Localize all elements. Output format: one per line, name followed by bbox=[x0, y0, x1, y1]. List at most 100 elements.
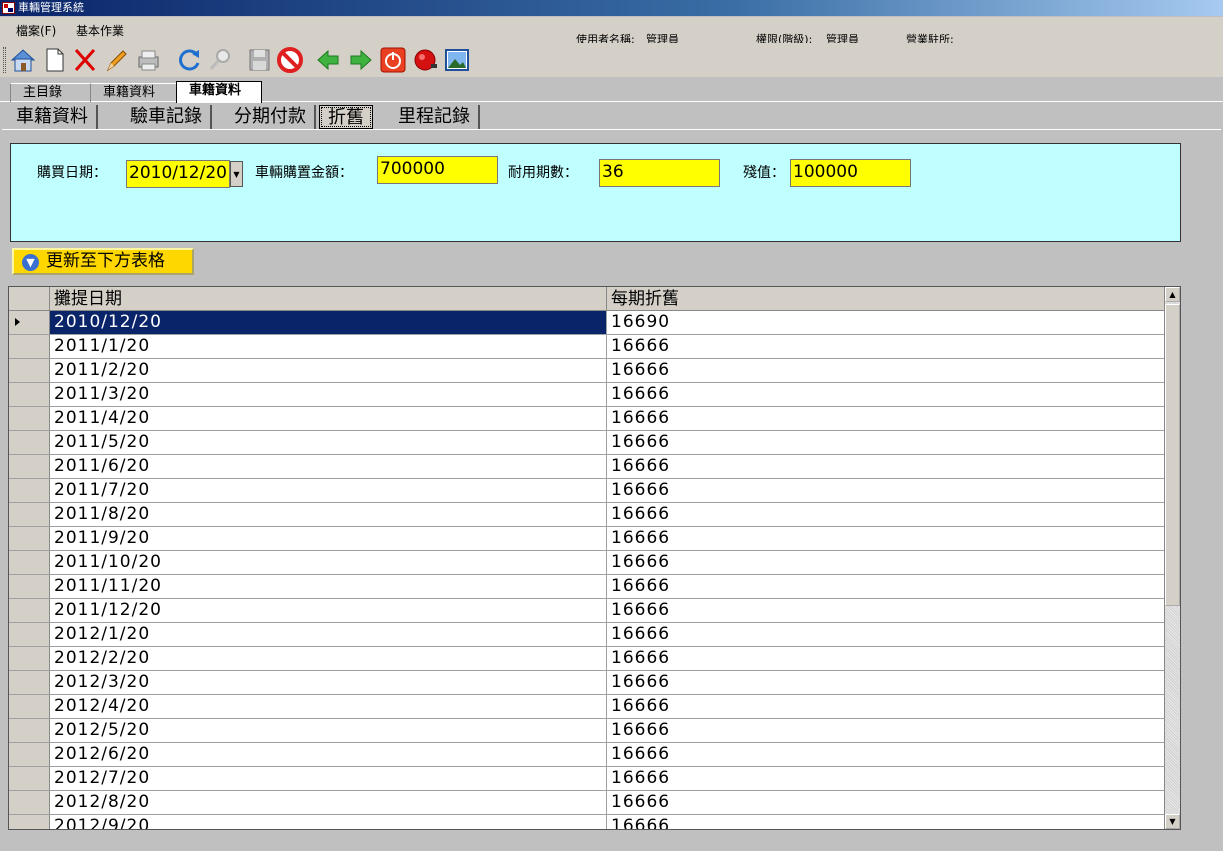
row-header[interactable] bbox=[9, 599, 50, 622]
purchase-amount-field[interactable]: 700000 bbox=[377, 156, 498, 184]
residual-value-field[interactable]: 100000 bbox=[790, 159, 911, 187]
cell-depreciation-amount[interactable]: 16666 bbox=[607, 407, 1165, 430]
scroll-down-icon[interactable]: ▼ bbox=[1165, 814, 1180, 829]
table-row[interactable]: 2011/12/20 16666 bbox=[9, 599, 1165, 623]
cell-depreciation-amount[interactable]: 16666 bbox=[607, 455, 1165, 478]
search-icon[interactable] bbox=[205, 45, 235, 75]
cell-amortization-date[interactable]: 2011/3/20 bbox=[50, 383, 607, 406]
cell-depreciation-amount[interactable]: 16690 bbox=[607, 311, 1165, 334]
toolbar-grip[interactable] bbox=[3, 47, 6, 73]
cell-depreciation-amount[interactable]: 16666 bbox=[607, 767, 1165, 790]
row-header[interactable] bbox=[9, 791, 50, 814]
cell-depreciation-amount[interactable]: 16666 bbox=[607, 383, 1165, 406]
cell-amortization-date[interactable]: 2011/7/20 bbox=[50, 479, 607, 502]
cell-depreciation-amount[interactable]: 16666 bbox=[607, 335, 1165, 358]
row-header[interactable] bbox=[9, 743, 50, 766]
row-header[interactable] bbox=[9, 311, 50, 334]
cell-amortization-date[interactable]: 2011/8/20 bbox=[50, 503, 607, 526]
table-row[interactable]: 2011/7/20 16666 bbox=[9, 479, 1165, 503]
cell-amortization-date[interactable]: 2011/4/20 bbox=[50, 407, 607, 430]
row-header[interactable] bbox=[9, 671, 50, 694]
table-row[interactable]: 2012/9/20 16666 bbox=[9, 815, 1165, 829]
row-header[interactable] bbox=[9, 359, 50, 382]
cell-amortization-date[interactable]: 2011/11/20 bbox=[50, 575, 607, 598]
table-row[interactable]: 2011/5/20 16666 bbox=[9, 431, 1165, 455]
cell-depreciation-amount[interactable]: 16666 bbox=[607, 719, 1165, 742]
column-header-amortization-date[interactable]: 攤提日期 bbox=[50, 287, 607, 311]
home-icon[interactable] bbox=[8, 45, 38, 75]
refresh-icon[interactable] bbox=[174, 45, 204, 75]
power-icon[interactable] bbox=[378, 45, 408, 75]
cell-amortization-date[interactable]: 2012/5/20 bbox=[50, 719, 607, 742]
cell-depreciation-amount[interactable]: 16666 bbox=[607, 431, 1165, 454]
cell-amortization-date[interactable]: 2011/5/20 bbox=[50, 431, 607, 454]
row-header[interactable] bbox=[9, 383, 50, 406]
cell-depreciation-amount[interactable]: 16666 bbox=[607, 623, 1165, 646]
table-row[interactable]: 2011/4/20 16666 bbox=[9, 407, 1165, 431]
row-header[interactable] bbox=[9, 647, 50, 670]
cell-amortization-date[interactable]: 2011/6/20 bbox=[50, 455, 607, 478]
alarm-bell-icon[interactable] bbox=[410, 45, 440, 75]
cell-depreciation-amount[interactable]: 16666 bbox=[607, 551, 1165, 574]
image-icon[interactable] bbox=[442, 45, 472, 75]
cell-depreciation-amount[interactable]: 16666 bbox=[607, 599, 1165, 622]
table-row[interactable]: 2012/1/20 16666 bbox=[9, 623, 1165, 647]
purchase-date-field[interactable]: 2010/12/20 bbox=[126, 160, 230, 188]
cell-amortization-date[interactable]: 2011/1/20 bbox=[50, 335, 607, 358]
table-row[interactable]: 2011/8/20 16666 bbox=[9, 503, 1165, 527]
row-header[interactable] bbox=[9, 431, 50, 454]
cell-depreciation-amount[interactable]: 16666 bbox=[607, 695, 1165, 718]
row-header[interactable] bbox=[9, 719, 50, 742]
row-header[interactable] bbox=[9, 551, 50, 574]
row-header[interactable] bbox=[9, 695, 50, 718]
cell-amortization-date[interactable]: 2012/9/20 bbox=[50, 815, 607, 829]
row-header[interactable] bbox=[9, 623, 50, 646]
update-table-button[interactable]: ▼ 更新至下方表格 bbox=[12, 248, 194, 275]
table-row[interactable]: 2011/11/20 16666 bbox=[9, 575, 1165, 599]
tab-main-menu[interactable]: 主目錄 bbox=[10, 83, 102, 102]
table-row[interactable]: 2012/7/20 16666 bbox=[9, 767, 1165, 791]
row-header[interactable] bbox=[9, 335, 50, 358]
row-header[interactable] bbox=[9, 527, 50, 550]
table-row[interactable]: 2011/9/20 16666 bbox=[9, 527, 1165, 551]
row-header[interactable] bbox=[9, 455, 50, 478]
table-row[interactable]: 2011/2/20 16666 bbox=[9, 359, 1165, 383]
cell-depreciation-amount[interactable]: 16666 bbox=[607, 575, 1165, 598]
cell-depreciation-amount[interactable]: 16666 bbox=[607, 671, 1165, 694]
cell-amortization-date[interactable]: 2011/9/20 bbox=[50, 527, 607, 550]
tab-vehicle-data[interactable]: 車籍資料 bbox=[90, 83, 176, 102]
row-header[interactable] bbox=[9, 815, 50, 829]
cell-depreciation-amount[interactable]: 16666 bbox=[607, 647, 1165, 670]
subtab-inspection-records[interactable]: 驗車記錄 bbox=[122, 105, 212, 129]
cell-depreciation-amount[interactable]: 16666 bbox=[607, 527, 1165, 550]
useful-life-field[interactable]: 36 bbox=[599, 159, 720, 187]
table-row[interactable]: 2010/12/20 16690 bbox=[9, 311, 1165, 335]
scroll-thumb[interactable] bbox=[1165, 304, 1180, 606]
cell-amortization-date[interactable]: 2011/2/20 bbox=[50, 359, 607, 382]
table-row[interactable]: 2011/6/20 16666 bbox=[9, 455, 1165, 479]
subtab-mileage-records[interactable]: 里程記錄 bbox=[390, 105, 480, 129]
cell-amortization-date[interactable]: 2012/3/20 bbox=[50, 671, 607, 694]
cell-amortization-date[interactable]: 2012/1/20 bbox=[50, 623, 607, 646]
subtab-vehicle-data[interactable]: 車籍資料 bbox=[8, 105, 98, 129]
vertical-scrollbar[interactable]: ▲ ▼ bbox=[1164, 287, 1180, 829]
cell-amortization-date[interactable]: 2012/8/20 bbox=[50, 791, 607, 814]
cell-depreciation-amount[interactable]: 16666 bbox=[607, 479, 1165, 502]
cell-amortization-date[interactable]: 2012/2/20 bbox=[50, 647, 607, 670]
row-header[interactable] bbox=[9, 503, 50, 526]
cell-amortization-date[interactable]: 2011/12/20 bbox=[50, 599, 607, 622]
tab-vehicle-data-active[interactable]: 車籍資料 bbox=[176, 81, 262, 103]
date-picker-dropdown-icon[interactable]: ▼ bbox=[230, 161, 243, 187]
row-header[interactable] bbox=[9, 575, 50, 598]
cell-amortization-date[interactable]: 2012/4/20 bbox=[50, 695, 607, 718]
table-row[interactable]: 2012/3/20 16666 bbox=[9, 671, 1165, 695]
table-row[interactable]: 2011/3/20 16666 bbox=[9, 383, 1165, 407]
row-header[interactable] bbox=[9, 767, 50, 790]
cell-depreciation-amount[interactable]: 16666 bbox=[607, 503, 1165, 526]
print-icon[interactable] bbox=[133, 45, 163, 75]
menu-basic-operations[interactable]: 基本作業 bbox=[76, 22, 124, 39]
new-document-icon[interactable] bbox=[39, 45, 69, 75]
cell-depreciation-amount[interactable]: 16666 bbox=[607, 359, 1165, 382]
cell-depreciation-amount[interactable]: 16666 bbox=[607, 815, 1165, 829]
table-row[interactable]: 2011/1/20 16666 bbox=[9, 335, 1165, 359]
